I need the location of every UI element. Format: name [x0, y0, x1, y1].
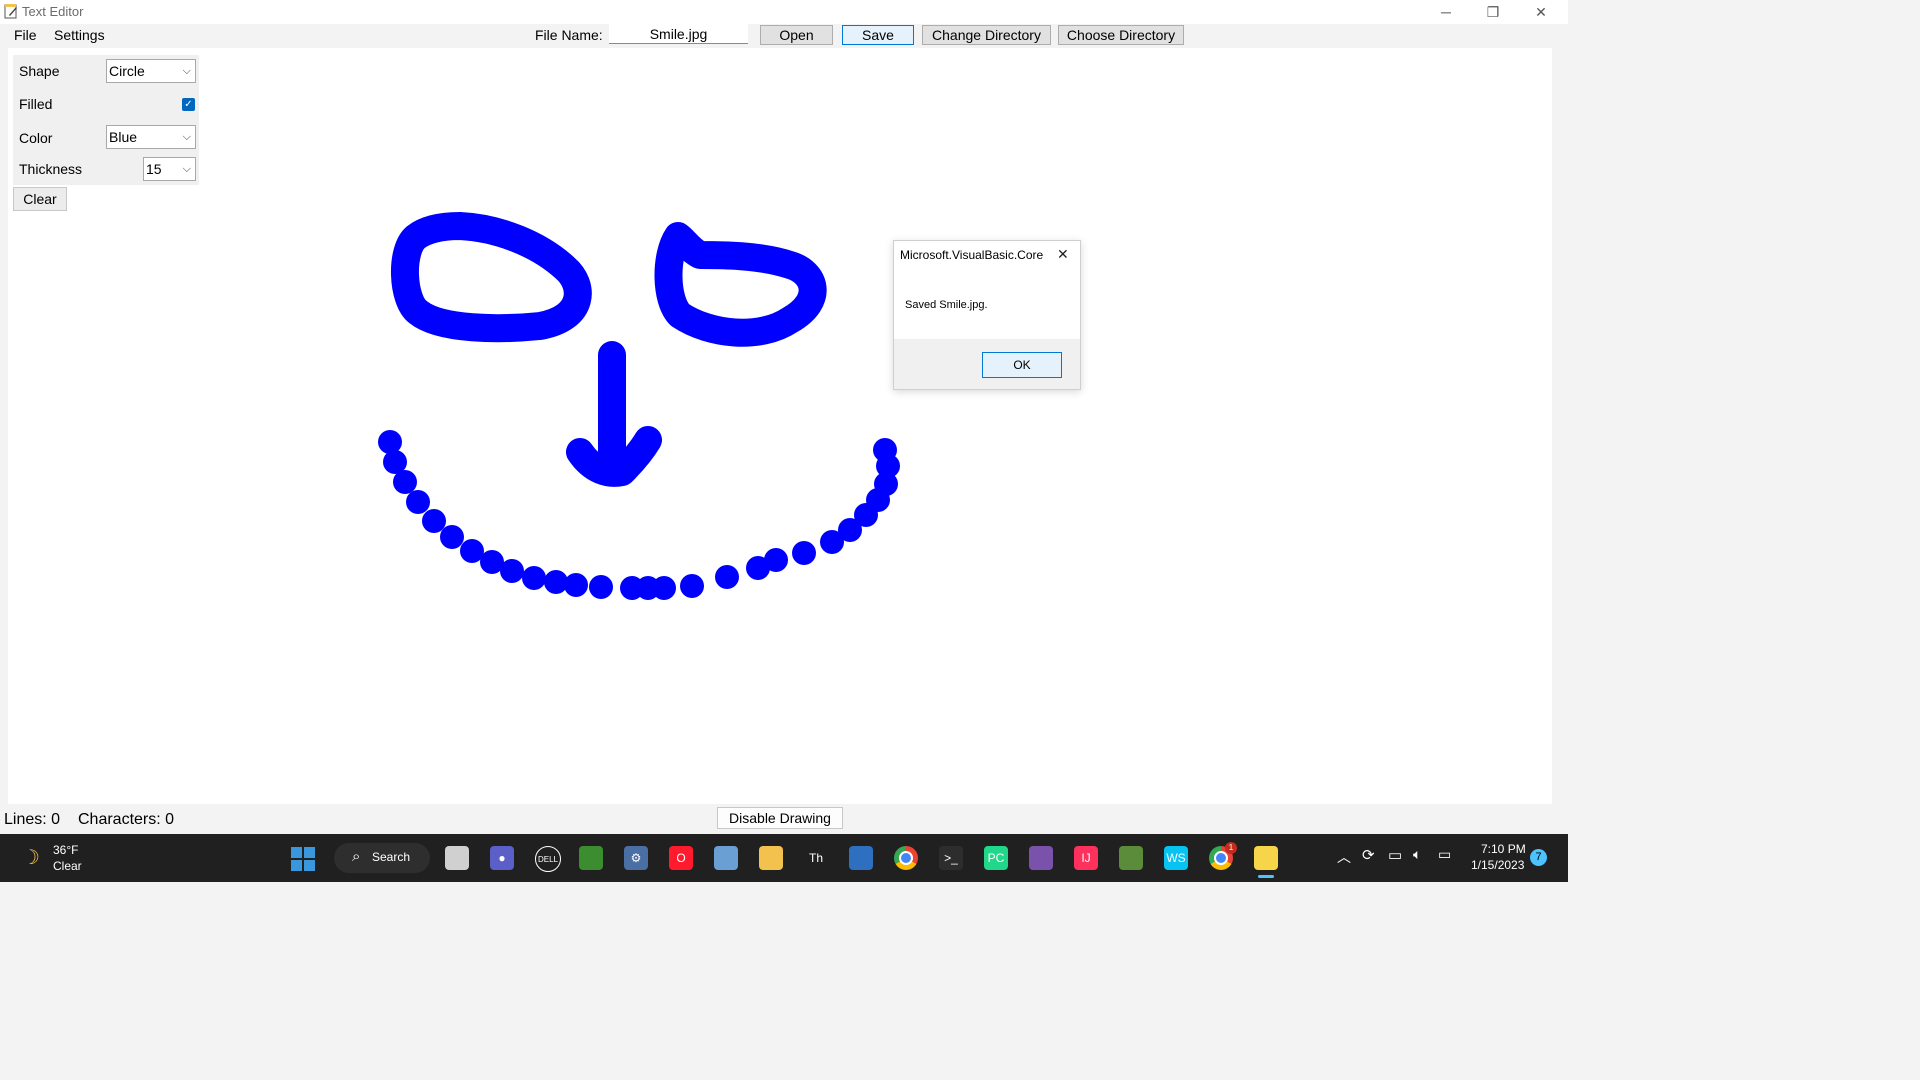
nose-stroke	[566, 341, 662, 487]
notepad-app-icon[interactable]	[1254, 846, 1278, 870]
mouth-dot	[406, 490, 430, 514]
chevron-up-icon[interactable]: ︿	[1337, 847, 1351, 867]
mouth-dot	[792, 541, 816, 565]
battery-icon[interactable]: ▭	[1438, 846, 1451, 863]
file-explorer-icon[interactable]	[759, 846, 783, 870]
characters-count: Characters: 0	[78, 811, 175, 828]
clock-date[interactable]: 1/15/2023	[1471, 858, 1524, 872]
thickness-label: Thickness	[19, 161, 83, 177]
disable-drawing-button[interactable]: Disable Drawing	[717, 807, 843, 829]
clock-time[interactable]: 7:10 PM	[1481, 842, 1526, 856]
chevron-down-icon: ⌵	[182, 65, 191, 77]
smiley-drawing	[378, 212, 900, 600]
mouth-dot	[500, 559, 524, 583]
task-view-icon[interactable]	[445, 846, 469, 870]
pycharm-icon[interactable]: PC	[984, 846, 1008, 870]
mouth-dot	[652, 576, 676, 600]
shape-value: Circle	[109, 63, 145, 79]
dialog-ok-button[interactable]: OK	[982, 352, 1062, 378]
mouth-dot	[378, 430, 402, 454]
weather-temp[interactable]: 36°F	[53, 843, 78, 857]
windows-start-icon[interactable]	[290, 846, 316, 872]
intellij-icon[interactable]: IJ	[1074, 846, 1098, 870]
mouth-dot	[873, 438, 897, 462]
mouth-dot	[589, 575, 613, 599]
mouth-dot	[393, 470, 417, 494]
chrome-center-icon	[1214, 851, 1228, 865]
thickness-value: 15	[146, 161, 162, 177]
mouth-dot	[680, 574, 704, 598]
chevron-down-icon: ⌵	[182, 163, 191, 175]
filled-checkbox[interactable]: ✓	[182, 98, 195, 111]
moon-weather-icon: ☽	[22, 847, 40, 869]
monitor-app-icon[interactable]	[714, 846, 738, 870]
opera-icon[interactable]: O	[669, 846, 693, 870]
dialog-title: Microsoft.VisualBasic.Core	[900, 248, 1044, 262]
active-app-indicator	[1258, 875, 1274, 878]
zoom-icon[interactable]: ●	[490, 846, 514, 870]
filled-label: Filled	[19, 96, 53, 112]
taskbar	[0, 834, 1568, 882]
network-app-icon[interactable]	[849, 846, 873, 870]
font-app-icon[interactable]: Th	[804, 846, 828, 870]
chrome-badge: 1	[1225, 842, 1237, 854]
terminal-icon[interactable]: >_	[939, 846, 963, 870]
image-app-icon[interactable]	[579, 846, 603, 870]
lines-count: Lines: 0	[4, 811, 61, 828]
network-icon[interactable]: ▭	[1388, 846, 1402, 864]
shape-label: Shape	[19, 63, 60, 79]
left-eye-stroke	[391, 212, 592, 343]
mouth-dot	[764, 548, 788, 572]
notification-badge[interactable]: 7	[1530, 849, 1547, 866]
search-label: Search	[372, 850, 411, 864]
minecraft-icon[interactable]	[1119, 846, 1143, 870]
chrome-center-icon	[899, 851, 913, 865]
shape-select[interactable]: Circle ⌵	[106, 59, 196, 83]
settings-gear-icon[interactable]: ⚙	[624, 846, 648, 870]
webstorm-icon[interactable]: WS	[1164, 846, 1188, 870]
mouth-dot	[422, 509, 446, 533]
dell-icon[interactable]: DELL	[535, 846, 561, 872]
sync-icon[interactable]: ⟳	[1362, 846, 1375, 864]
clear-button[interactable]: Clear	[13, 187, 67, 211]
mouth-dot	[564, 573, 588, 597]
chevron-down-icon: ⌵	[182, 131, 191, 143]
search-icon: ⌕	[352, 848, 361, 865]
mouth-dot	[715, 565, 739, 589]
volume-icon[interactable]: 🔈︎	[1413, 846, 1421, 863]
chrome-icon[interactable]	[894, 846, 918, 870]
thickness-select[interactable]: 15 ⌵	[143, 157, 196, 181]
color-label: Color	[19, 130, 53, 146]
mouth-dot	[440, 525, 464, 549]
weather-desc[interactable]: Clear	[53, 859, 82, 873]
dialog-message: Saved Smile.jpg.	[905, 299, 988, 311]
color-value: Blue	[109, 129, 138, 145]
right-eye-stroke	[654, 222, 827, 347]
visual-studio-icon[interactable]	[1029, 846, 1053, 870]
dialog-close-icon[interactable]: ✕	[1057, 246, 1069, 263]
mouth-dot	[522, 566, 546, 590]
color-select[interactable]: Blue ⌵	[106, 125, 196, 149]
